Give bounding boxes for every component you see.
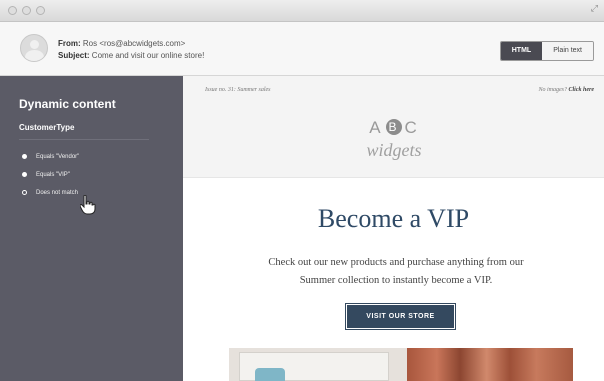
visit-store-button[interactable]: VISIT OUR STORE: [347, 305, 454, 328]
minimize-window-button[interactable]: [22, 6, 31, 15]
close-window-button[interactable]: [8, 6, 17, 15]
subject-line: Subject: Come and visit our online store…: [58, 51, 205, 60]
plain-text-view-button[interactable]: Plain text: [542, 42, 593, 60]
divider: [19, 139, 149, 140]
email-meta: From: Ros <ros@abcwidgets.com> Subject: …: [58, 38, 204, 62]
html-view-button[interactable]: HTML: [500, 42, 543, 60]
from-line: From: Ros <ros@abcwidgets.com>: [58, 39, 186, 48]
curtain-image: [407, 348, 573, 381]
radio-ring-icon: [22, 190, 27, 195]
option-equals-vip[interactable]: Equals "VIP": [22, 172, 70, 178]
option-label: Equals "Vendor": [36, 154, 80, 160]
issue-label: Issue no. 31: Summer sales: [205, 87, 271, 93]
radio-dot-icon: [22, 172, 27, 177]
radio-dot-icon: [22, 154, 27, 159]
hand-cursor-icon: [80, 195, 96, 215]
view-mode-toggle: HTML Plain text: [499, 41, 594, 61]
email-preview: Issue no. 31: Summer sales No images? Cl…: [183, 76, 604, 381]
option-equals-vendor[interactable]: Equals "Vendor": [22, 154, 79, 160]
mug-image: [255, 368, 285, 381]
no-images-link[interactable]: No images? Click here: [539, 87, 595, 93]
subject-value: Come and visit our online store!: [91, 51, 205, 60]
option-label: Equals "VIP": [36, 172, 70, 178]
zoom-window-button[interactable]: [36, 6, 45, 15]
field-label: CustomerType: [19, 123, 75, 132]
sender-avatar: [20, 34, 48, 62]
headline: Become a VIP: [317, 204, 470, 233]
dynamic-content-sidebar: Dynamic content CustomerType Equals "Ven…: [0, 76, 183, 381]
fullscreen-icon[interactable]: ⤢: [591, 3, 598, 14]
body-text: Check out our new products and purchase …: [268, 257, 524, 286]
email-header: From: Ros <ros@abcwidgets.com> Subject: …: [0, 22, 604, 76]
option-does-not-match[interactable]: Does not match: [22, 190, 78, 196]
newsletter-header: Issue no. 31: Summer sales No images? Cl…: [183, 76, 604, 178]
from-value: Ros <ros@abcwidgets.com>: [82, 39, 186, 48]
hero-image: [229, 348, 573, 381]
option-label: Does not match: [36, 190, 79, 196]
abc-widgets-logo: ABC widgets: [366, 118, 422, 160]
window-titlebar: ⤢: [0, 0, 604, 22]
sidebar-title: Dynamic content: [19, 97, 116, 111]
